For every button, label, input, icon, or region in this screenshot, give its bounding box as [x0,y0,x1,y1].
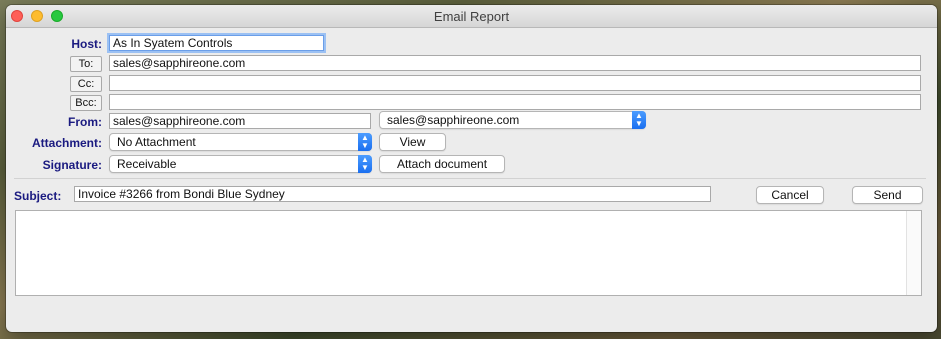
view-button[interactable]: View [379,133,446,151]
from-label: From: [68,115,102,129]
email-report-window: Email Report Host: As In Syatem Controls… [6,5,937,332]
title-bar: Email Report [6,5,937,28]
cc-input[interactable] [109,75,921,91]
message-body-text [16,211,921,217]
signature-select-value: Receivable [117,157,177,171]
from-select[interactable]: sales@sapphireone.com ▲ ▼ [379,111,646,129]
send-button[interactable]: Send [852,186,923,204]
chevron-up-down-icon: ▲ ▼ [358,133,372,151]
signature-label: Signature: [42,158,102,172]
subject-label: Subject: [14,189,62,203]
host-input[interactable]: As In Syatem Controls [109,35,324,51]
attachment-select-value: No Attachment [117,135,196,149]
subject-input[interactable]: Invoice #3266 from Bondi Blue Sydney [74,186,711,202]
to-button[interactable]: To: [70,56,102,72]
message-body[interactable] [15,210,922,296]
attachment-select[interactable]: No Attachment ▲ ▼ [109,133,372,151]
divider [14,178,926,179]
chevron-up-down-icon: ▲ ▼ [632,111,646,129]
host-label: Host: [71,37,102,51]
cancel-button[interactable]: Cancel [756,186,824,204]
bcc-button[interactable]: Bcc: [70,95,102,111]
chevron-up-down-icon: ▲ ▼ [358,155,372,173]
from-input[interactable]: sales@sapphireone.com [109,113,371,129]
to-input[interactable]: sales@sapphireone.com [109,55,921,71]
attach-document-button[interactable]: Attach document [379,155,505,173]
signature-select[interactable]: Receivable ▲ ▼ [109,155,372,173]
cc-button[interactable]: Cc: [70,76,102,92]
from-select-value: sales@sapphireone.com [387,113,520,127]
message-body-scrollbar[interactable] [906,211,921,295]
bcc-input[interactable] [109,94,921,110]
attachment-label: Attachment: [31,136,102,150]
window-title: Email Report [433,9,510,24]
